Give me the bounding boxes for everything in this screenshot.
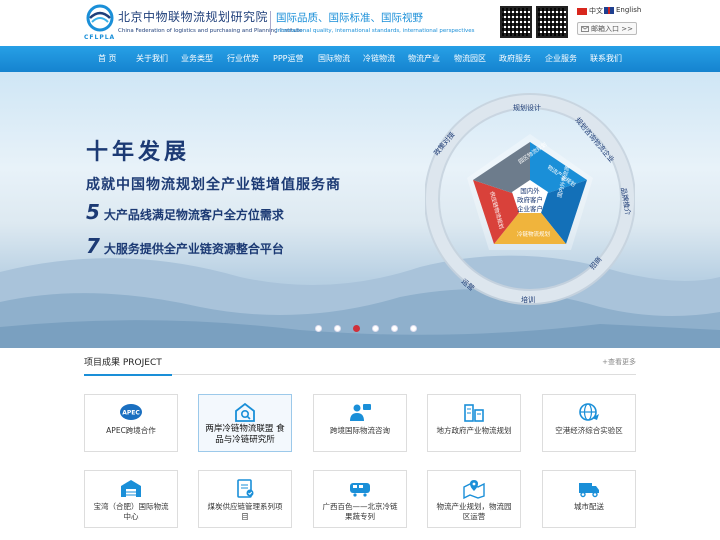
nav-advantages[interactable]: 行业优势 xyxy=(227,46,259,72)
uk-flag-icon xyxy=(604,6,614,14)
feature-2-text: 大服务提供全产业链资源整合平台 xyxy=(103,242,284,256)
tile-label: 物流产业规划，物流园区运营 xyxy=(436,502,512,521)
hero-banner[interactable]: 十年发展 成就中国物流规划全产业链增值服务商 5 大产品线满足物流客户全方位需求… xyxy=(0,72,720,348)
slogan-cn: 国际品质、国际标准、国际视野 xyxy=(276,12,423,24)
banner-feature-2: 7 大服务提供全产业链资源整合平台 xyxy=(86,234,284,258)
buildings-icon xyxy=(464,404,484,422)
svg-text:APEC: APEC xyxy=(122,410,140,417)
banner-headline: 十年发展 xyxy=(86,140,191,165)
mail-icon xyxy=(581,25,590,32)
lang-chinese[interactable]: 中文 xyxy=(577,6,603,16)
weibo-qr-code xyxy=(536,6,568,38)
logistics-center-icon xyxy=(121,480,141,497)
nav-home[interactable]: 首 页 xyxy=(98,46,117,72)
carousel-dot-4[interactable] xyxy=(372,325,379,332)
banner-feature-1: 5 大产品线满足物流客户全方位需求 xyxy=(86,200,284,224)
tile-label: 地方政府产业物流规划 xyxy=(436,426,512,435)
consultant-icon xyxy=(350,404,371,421)
project-tile-cold-chain-alliance[interactable]: 两岸冷链物流联盟 食品与冷链研究所 xyxy=(198,394,292,452)
project-section-header: 项目成果 PROJECT +查看更多 xyxy=(84,353,636,376)
project-tile-baowan[interactable]: 宝湾（合肥）国际物流中心 xyxy=(84,470,178,528)
ring-label-planning: 规划设计 xyxy=(513,103,541,112)
project-tile-local-gov[interactable]: 地方政府产业物流规划 xyxy=(427,394,521,452)
lang-english-label: English xyxy=(616,6,642,14)
center-line-1: 国内外 xyxy=(520,186,540,195)
carousel-dot-6[interactable] xyxy=(410,325,417,332)
tile-label: 广西百色——北京冷链果蔬专列 xyxy=(322,502,398,521)
globe-plane-icon xyxy=(579,403,599,421)
nav-enterprise-services[interactable]: 企业服务 xyxy=(545,46,577,72)
nav-contact[interactable]: 联系我们 xyxy=(590,46,622,72)
mailbox-button[interactable]: 邮箱入口 >> xyxy=(577,22,637,35)
carousel-dot-2[interactable] xyxy=(334,325,341,332)
nav-gov-services[interactable]: 政府服务 xyxy=(499,46,531,72)
carousel-dot-3[interactable] xyxy=(353,325,360,332)
segment-label-cold-chain: 冷链物流规划 xyxy=(517,230,550,238)
logo-abbr: CFLPLA xyxy=(84,34,116,41)
banner-subline: 成就中国物流规划全产业链增值服务商 xyxy=(86,177,341,193)
mailbox-label: 邮箱入口 >> xyxy=(591,24,633,33)
main-nav: 首 页 关于我们 业务类型 行业优势 PPP运营 国际物流 冷链物流 物流产业 … xyxy=(0,46,720,72)
header-divider xyxy=(270,11,271,35)
warehouse-search-icon xyxy=(235,402,255,422)
clipboard-check-icon xyxy=(237,479,254,498)
feature-1-text: 大产品线满足物流客户全方位需求 xyxy=(103,208,284,222)
nav-cold-chain[interactable]: 冷链物流 xyxy=(363,46,395,72)
lang-english[interactable]: English xyxy=(604,6,641,14)
train-icon xyxy=(350,483,370,497)
delivery-truck-icon xyxy=(579,483,599,498)
tile-label: 煤炭供应链管理系列项目 xyxy=(207,502,283,521)
site-header: CFLPLA 北京中物联物流规划研究院 China Federation of … xyxy=(0,0,720,46)
slogan: 国际品质、国际标准、国际视野 International quality, in… xyxy=(276,10,475,34)
project-tile-city-delivery[interactable]: 城市配送 xyxy=(542,470,636,528)
logo-en: China Federation of logistics and purcha… xyxy=(118,28,303,34)
project-tile-coal-supply[interactable]: 煤炭供应链管理系列项目 xyxy=(198,470,292,528)
carousel-dot-5[interactable] xyxy=(391,325,398,332)
lang-chinese-label: 中文 xyxy=(589,7,603,15)
project-tile-cross-border[interactable]: 跨境国际物流咨询 xyxy=(313,394,407,452)
nav-business-types[interactable]: 业务类型 xyxy=(181,46,213,72)
slogan-en: International quality, international sta… xyxy=(276,28,475,34)
apec-logo-icon: APEC xyxy=(120,404,142,420)
nav-ppp[interactable]: PPP运营 xyxy=(273,46,303,72)
china-flag-icon xyxy=(577,7,587,15)
map-pin-icon xyxy=(463,480,485,499)
tile-label: 空港经济综合实验区 xyxy=(555,426,623,435)
project-tile-airport-zone[interactable]: 空港经济综合实验区 xyxy=(542,394,636,452)
project-tile-apec[interactable]: APEC APEC跨境合作 xyxy=(84,394,178,452)
nav-about[interactable]: 关于我们 xyxy=(136,46,168,72)
feature-1-number: 5 xyxy=(86,200,100,224)
nav-logistics-industry[interactable]: 物流产业 xyxy=(408,46,440,72)
service-ring-diagram: 国内外 政府客户 企业客户 园区物流规划 物流产业规划 冷链物流规划 供应链物流… xyxy=(425,93,635,305)
project-section-title: 项目成果 PROJECT xyxy=(84,358,162,368)
tile-label: 宝湾（合肥）国际物流中心 xyxy=(93,502,169,521)
logo-text[interactable]: 北京中物联物流规划研究院 China Federation of logisti… xyxy=(118,8,302,34)
tile-label: 跨境国际物流咨询 xyxy=(330,426,390,435)
center-line-3: 企业客户 xyxy=(517,204,543,213)
tile-label: 两岸冷链物流联盟 食品与冷链研究所 xyxy=(205,424,285,445)
logo-cn: 北京中物联物流规划研究院 xyxy=(118,10,269,24)
nav-logistics-park[interactable]: 物流园区 xyxy=(454,46,486,72)
nav-intl-logistics[interactable]: 国际物流 xyxy=(318,46,350,72)
ring-label-training: 培训 xyxy=(521,295,535,304)
view-more-link[interactable]: +查看更多 xyxy=(602,357,636,367)
project-tile-park-operation[interactable]: 物流产业规划，物流园区运营 xyxy=(427,470,521,528)
feature-2-number: 7 xyxy=(86,234,100,258)
tile-label: APEC跨境合作 xyxy=(106,426,156,435)
carousel-dots xyxy=(315,325,417,332)
wechat-qr-code xyxy=(500,6,532,38)
section-underline xyxy=(84,374,172,376)
project-tile-baise-train[interactable]: 广西百色——北京冷链果蔬专列 xyxy=(313,470,407,528)
carousel-dot-1[interactable] xyxy=(315,325,322,332)
center-line-2: 政府客户 xyxy=(517,195,543,204)
tile-label: 城市配送 xyxy=(574,502,604,511)
